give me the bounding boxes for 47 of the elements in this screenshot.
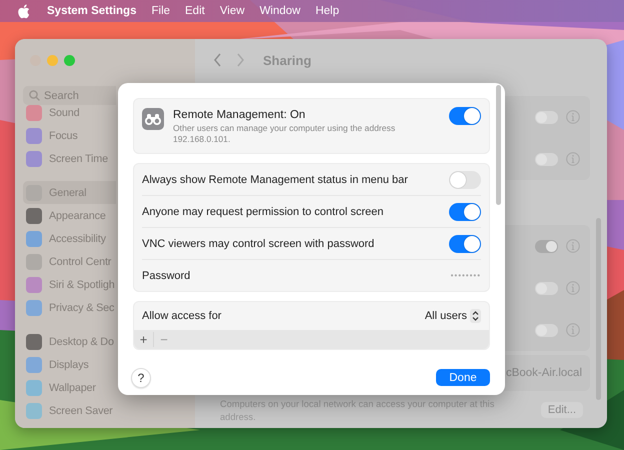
sidebar-item[interactable]: Sound [23,105,116,124]
hostname-text: cBook-Air.local [506,367,582,379]
menu-item[interactable]: Help [315,5,340,17]
sidebar-item[interactable]: Screen Saver [23,399,116,422]
sidebar-item[interactable]: Appearance [23,204,116,227]
sidebar-label: Accessibility [49,232,106,244]
option-label: Password [142,270,190,282]
sidebar-label: Focus [49,130,78,142]
sidebar-label: Wallpaper [49,382,96,394]
search-field[interactable]: Search [23,86,116,105]
option-label: Anyone may request permission to control screen [142,206,384,218]
sidebar-item[interactable]: Siri & Spotligh [23,273,116,296]
remote-management-title: Remote Management: On [173,109,306,121]
sidebar-label: Screen Time [49,152,108,164]
sidebar-item[interactable]: Displays [23,353,116,376]
description-text: Other users can manage your computer using the address 192.168.0.101. [173,123,396,145]
sidebar-label: Displays [49,358,89,370]
edit-button[interactable]: Edit... [540,402,583,418]
remove-button[interactable]: − [154,332,174,347]
sidebar-label: Control Centr [49,256,112,268]
sidebar-label: Siri & Spotligh [49,278,115,290]
sidebar-item[interactable]: Control Centr [23,250,116,273]
menu-item[interactable]: Window [260,5,300,17]
option-label: VNC viewers may control screen with password [142,238,374,250]
menu-item[interactable]: Edit [185,5,205,17]
menu-item[interactable]: View [220,5,245,17]
sidebar-item[interactable]: Focus [23,124,116,147]
sidebar-item[interactable]: Screen Time [23,147,116,170]
done-button[interactable]: Done [436,369,490,386]
sidebar-label: Desktop & Do [49,336,114,348]
menu-item[interactable]: File [151,5,170,17]
sidebar-label: Privacy & Sec [49,302,114,314]
sidebar-item[interactable]: Accessibility [23,227,116,250]
window-title: Sharing [263,52,312,68]
app-menu[interactable]: System Settings [47,5,136,17]
help-button[interactable]: ? [131,368,151,388]
sidebar-item[interactable]: Wallpaper [23,376,116,399]
sidebar-label: Sound [49,106,80,118]
sidebar-label: Appearance [49,210,106,222]
sidebar-item[interactable]: Privacy & Sec [23,296,116,319]
access-label: Allow access for [142,310,222,322]
add-button[interactable]: + [134,332,154,347]
password-value[interactable]: •••••••• [450,271,481,280]
sidebar-label: Screen Saver [49,404,113,416]
users-popup[interactable]: All users [424,309,481,323]
option-label: Always show Remote Management status in menu bar [142,174,408,186]
sidebar-item[interactable]: Desktop & Do [23,330,116,353]
